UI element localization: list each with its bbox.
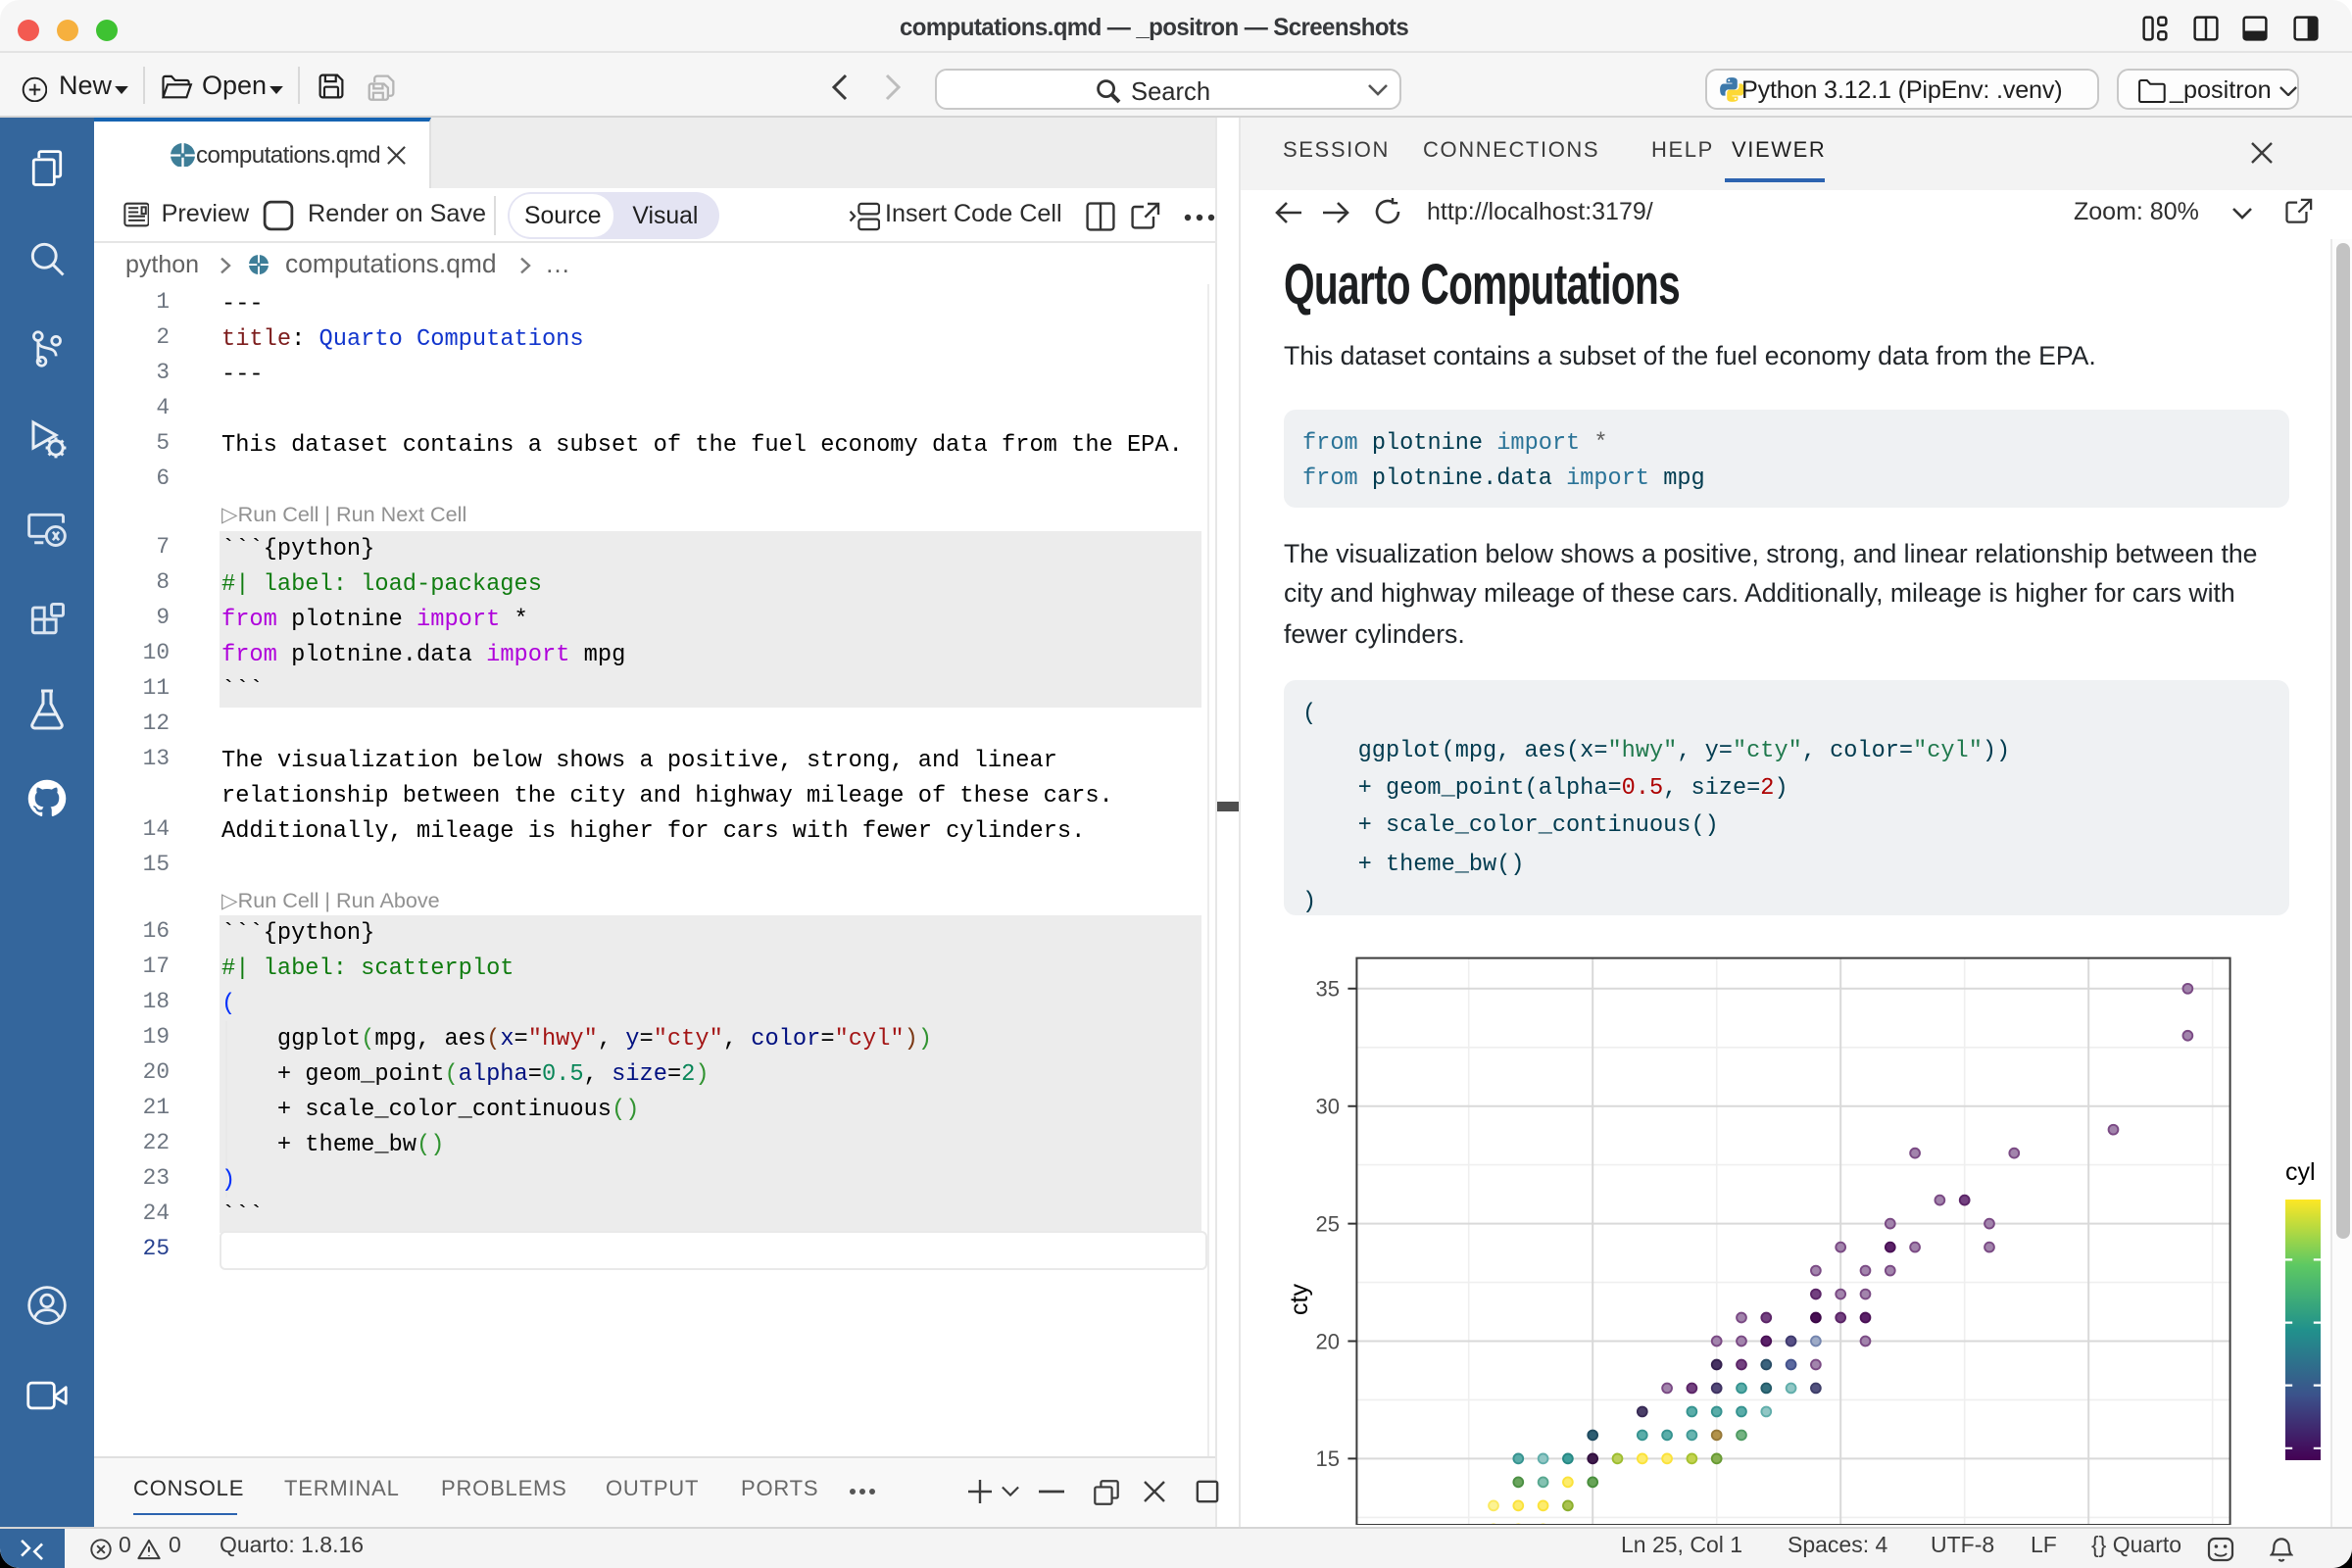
svg-text:cty: cty [1286, 1284, 1313, 1315]
svg-text:25: 25 [1316, 1211, 1340, 1236]
svg-text:cyl: cyl [2285, 1158, 2316, 1186]
svg-text:20: 20 [1316, 1329, 1340, 1353]
svg-text:30: 30 [1316, 1095, 1340, 1119]
svg-text:15: 15 [1316, 1446, 1340, 1471]
svg-text:35: 35 [1316, 977, 1340, 1002]
